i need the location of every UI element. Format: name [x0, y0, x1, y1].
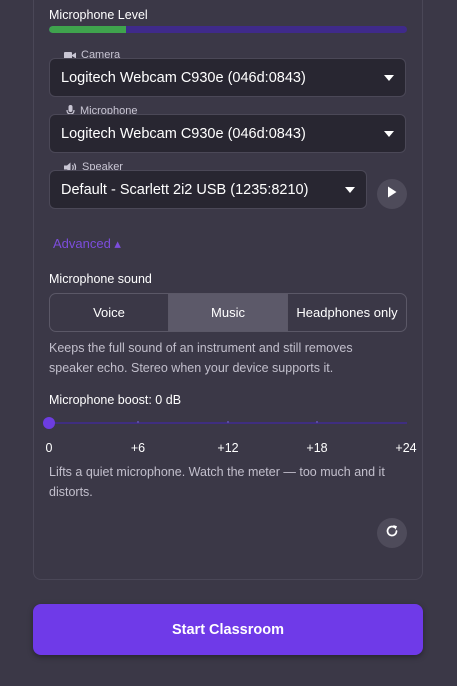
mic-level-meter	[49, 26, 407, 33]
chevron-down-icon	[345, 187, 355, 193]
chevron-down-icon	[384, 131, 394, 137]
speaker-select-value: Default - Scarlett 2i2 USB (1235:8210)	[61, 181, 309, 198]
boost-tick-label: +18	[306, 441, 328, 455]
mic-sound-option-headphones-only[interactable]: Headphones only	[288, 294, 406, 331]
refresh-icon	[385, 524, 399, 543]
reset-button[interactable]	[377, 518, 407, 548]
boost-tick-label: +24	[395, 441, 417, 455]
boost-slider-tick	[227, 421, 229, 423]
play-icon	[387, 185, 397, 203]
speaker-test-play-button[interactable]	[377, 179, 407, 209]
boost-slider-tick	[137, 421, 139, 423]
microphone-select[interactable]: Logitech Webcam C930e (046d:0843)	[49, 114, 406, 153]
camera-select-value: Logitech Webcam C930e (046d:0843)	[61, 69, 306, 86]
microphone-select-value: Logitech Webcam C930e (046d:0843)	[61, 125, 306, 142]
speaker-select[interactable]: Default - Scarlett 2i2 USB (1235:8210)	[49, 170, 367, 209]
boost-help-text: Lifts a quiet microphone. Watch the mete…	[49, 465, 385, 499]
mic-sound-option-music[interactable]: Music	[169, 294, 288, 331]
mic-level-label: Microphone Level	[49, 8, 148, 22]
camera-select[interactable]: Logitech Webcam C930e (046d:0843)	[49, 58, 406, 97]
boost-tick-label: +12	[217, 441, 239, 455]
mic-level-meter-fill	[49, 26, 126, 33]
mic-sound-segmented-control: Voice Music Headphones only	[49, 293, 407, 332]
boost-slider-tick	[316, 421, 318, 423]
advanced-toggle[interactable]: Advanced ▴	[53, 236, 121, 252]
mic-sound-label: Microphone sound	[49, 272, 152, 286]
chevron-down-icon	[384, 75, 394, 81]
start-classroom-button[interactable]: Start Classroom	[33, 604, 423, 655]
boost-label: Microphone boost: 0 dB	[49, 393, 182, 407]
mic-sound-help-text: Keeps the full sound of an instrument an…	[49, 341, 353, 375]
boost-slider-thumb[interactable]	[43, 417, 55, 429]
boost-tick-label: +6	[130, 441, 146, 455]
boost-tick-label: 0	[45, 441, 53, 455]
mic-sound-option-voice[interactable]: Voice	[50, 294, 169, 331]
